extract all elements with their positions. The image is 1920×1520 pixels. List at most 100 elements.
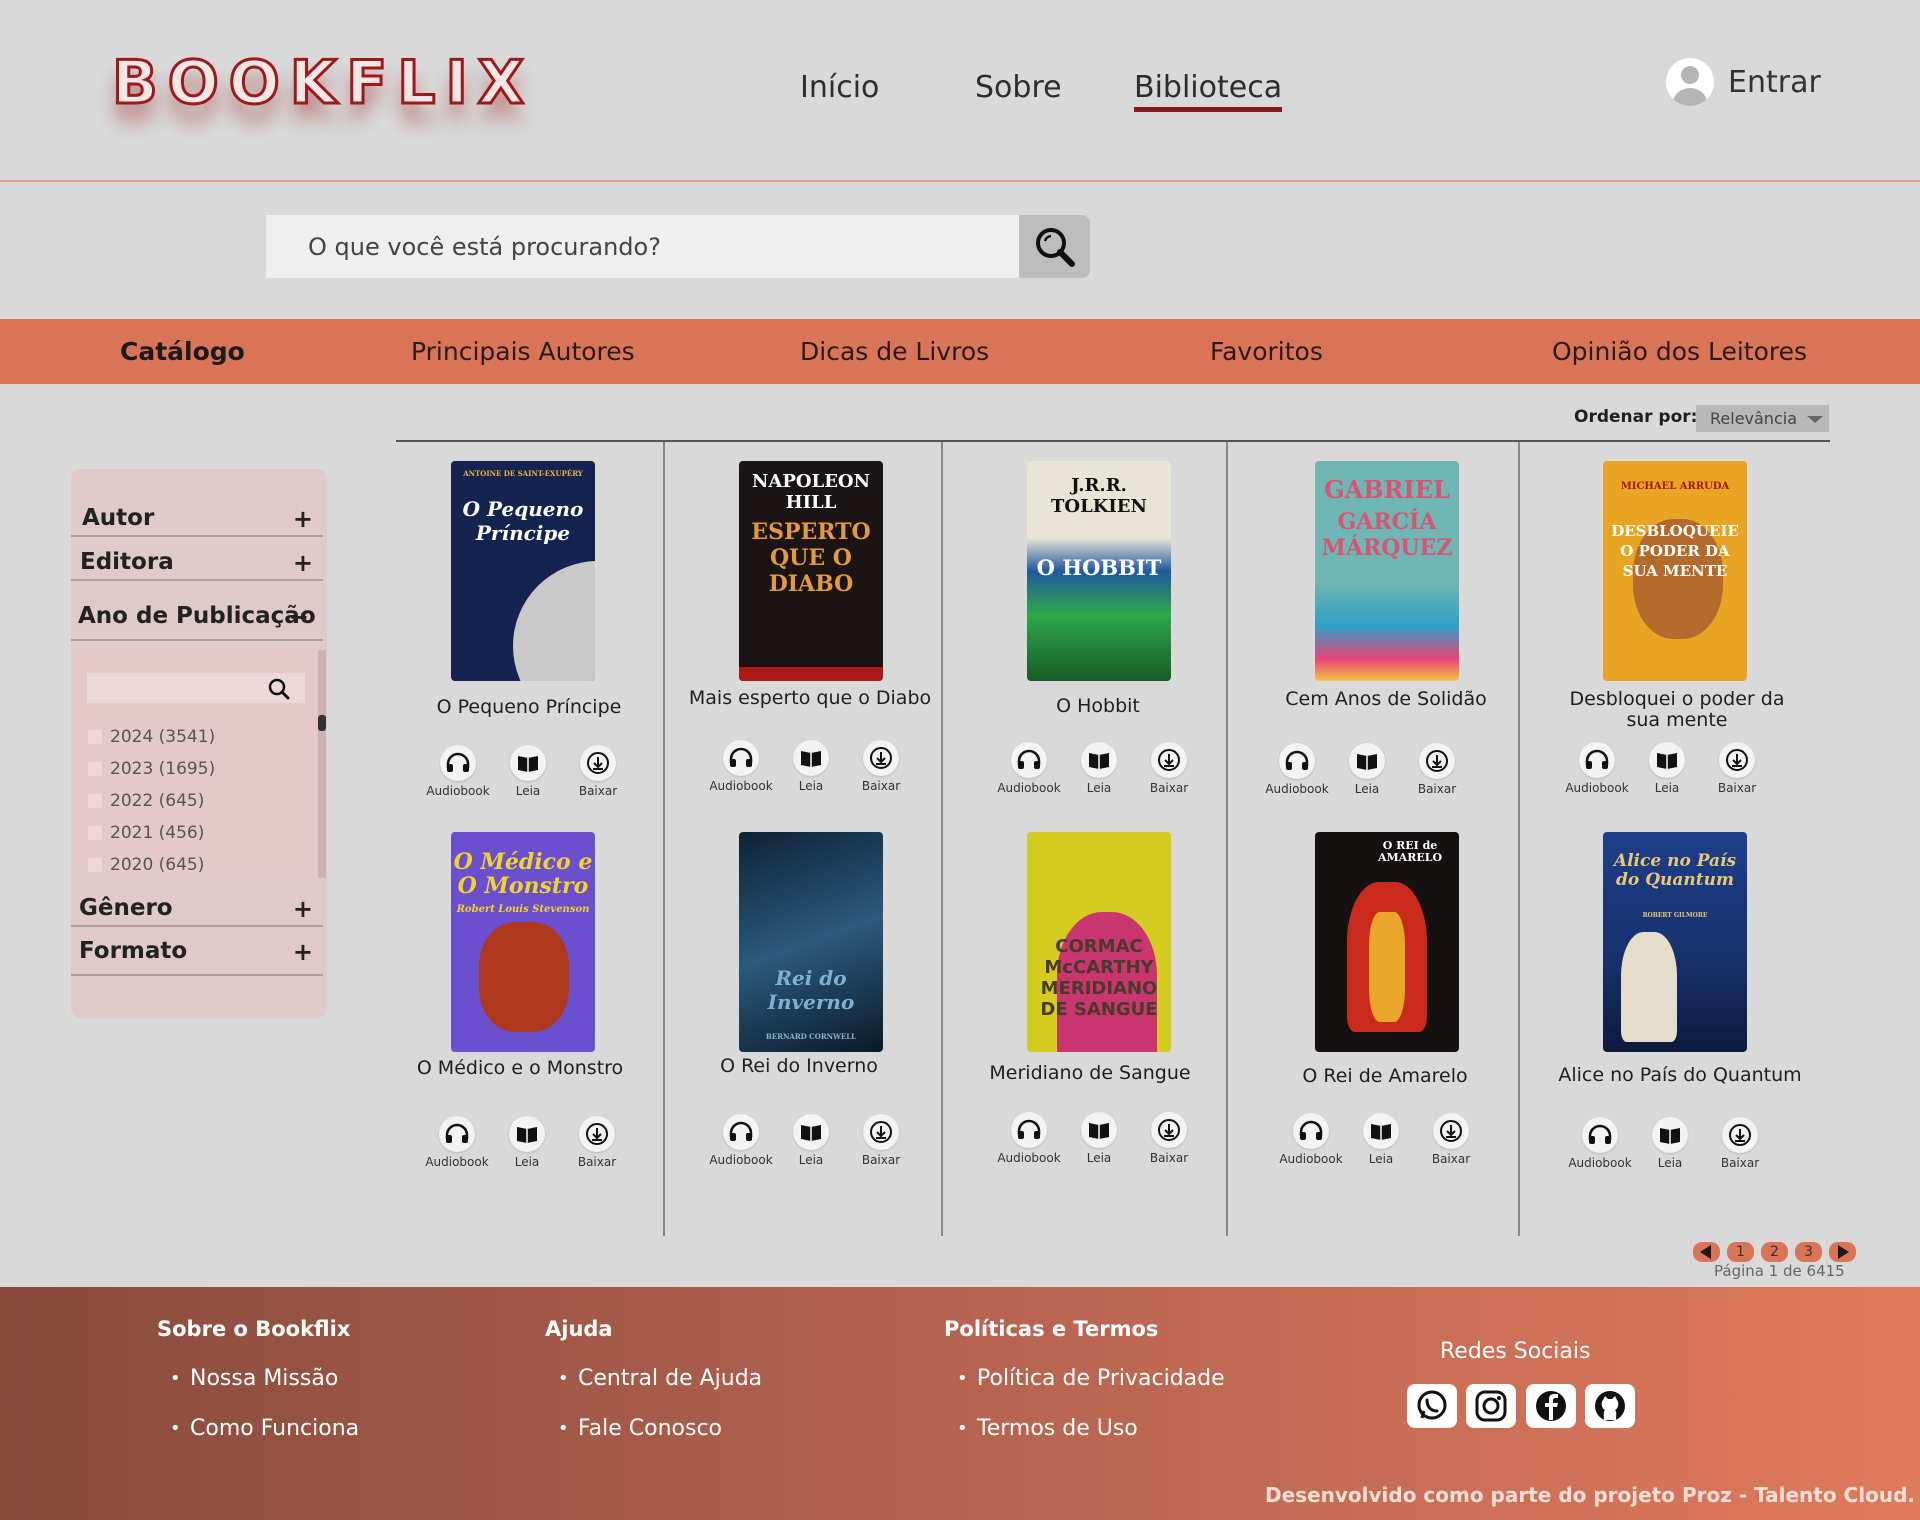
footer-link-como-funciona[interactable]: Como Funciona [170,1416,359,1441]
tab-catalogo[interactable]: Catálogo [120,337,245,366]
book-title[interactable]: O Médico e o Monstro [395,1054,645,1082]
audiobook-button[interactable]: Audiobook [709,740,773,793]
book-cover[interactable]: ANTOINE DE SAINT-EXUPÉRY O Pequeno Prínc… [451,461,595,681]
checkbox[interactable] [88,858,102,872]
facebook-button[interactable] [1526,1384,1576,1428]
book-cover[interactable]: CORMAC McCARTHY MERIDIANO DE SANGUE [1027,832,1171,1052]
expand-icon: + [292,895,313,923]
audiobook-button[interactable]: Audiobook [709,1114,773,1167]
audiobook-button[interactable]: Audiobook [426,745,490,798]
download-button[interactable]: Baixar [1139,742,1199,795]
scrollbar-thumb[interactable] [318,715,326,731]
search-input[interactable] [266,215,1020,278]
download-button[interactable]: Baixar [1139,1112,1199,1165]
year-search-input[interactable] [87,673,305,703]
github-button[interactable] [1585,1384,1635,1428]
footer-link-central-ajuda[interactable]: Central de Ajuda [558,1366,762,1391]
read-button[interactable]: Leia [1640,1117,1700,1170]
checkbox[interactable] [88,826,102,840]
whatsapp-button[interactable] [1407,1384,1457,1428]
instagram-icon [1475,1390,1507,1422]
book-cover[interactable]: Rei do Inverno BERNARD CORNWELL [739,832,883,1052]
audiobook-button[interactable]: Audiobook [1279,1113,1343,1166]
download-button[interactable]: Baixar [1710,1117,1770,1170]
read-button[interactable]: Leia [498,745,558,798]
download-button[interactable]: Baixar [1421,1113,1481,1166]
audiobook-button[interactable]: Audiobook [1565,742,1629,795]
login-button[interactable]: Entrar [1666,58,1821,106]
search-button[interactable] [1019,215,1090,278]
read-button[interactable]: Leia [1637,742,1697,795]
footer-link-fale-conosco[interactable]: Fale Conosco [558,1416,722,1441]
book-title[interactable]: Alice no País do Quantum [1555,1065,1805,1086]
instagram-button[interactable] [1466,1384,1516,1428]
footer-link-termos[interactable]: Termos de Uso [957,1416,1138,1441]
next-page-icon[interactable] [1829,1242,1856,1262]
year-scrollbar[interactable] [318,650,326,878]
book-icon [801,751,821,767]
tab-dicas-de-livros[interactable]: Dicas de Livros [800,337,989,366]
book-title[interactable]: Desbloquei o poder da sua mente [1552,689,1802,731]
tab-favoritos[interactable]: Favoritos [1210,337,1323,366]
book-cover[interactable]: J.R.R. TOLKIEN O HOBBIT [1027,461,1171,681]
year-checkbox-2021[interactable]: 2021 (456) [88,823,204,843]
book-cover[interactable]: GABRIEL GARCÍA MÁRQUEZ [1315,461,1459,681]
checkbox[interactable] [88,794,102,808]
download-button[interactable]: Baixar [1707,742,1767,795]
sort-select[interactable]: Relevância [1696,405,1829,432]
read-button[interactable]: Leia [497,1116,557,1169]
read-button[interactable]: Leia [781,740,841,793]
logo[interactable]: BOOKFLIX [110,47,534,120]
read-button[interactable]: Leia [1337,743,1397,796]
download-button[interactable]: Baixar [568,745,628,798]
book-title[interactable]: O Hobbit [973,696,1223,717]
page-2-button[interactable]: 2 [1761,1242,1788,1262]
nav-sobre[interactable]: Sobre [975,70,1062,105]
tab-opiniao-dos-leitores[interactable]: Opinião dos Leitores [1552,337,1807,366]
filter-autor[interactable]: Autor + [71,505,323,537]
filter-formato[interactable]: Formato + [71,938,323,976]
audiobook-button[interactable]: Audiobook [997,742,1061,795]
book-cover[interactable]: O REI de AMARELO [1315,832,1459,1052]
read-button[interactable]: Leia [1069,1112,1129,1165]
book-title[interactable]: O Rei do Inverno [674,1056,924,1077]
year-checkbox-2022[interactable]: 2022 (645) [88,791,204,811]
book-title[interactable]: O Pequeno Príncipe [404,697,654,718]
filter-genero[interactable]: Gênero + [71,895,323,927]
nav-biblioteca[interactable]: Biblioteca [1134,70,1283,112]
checkbox[interactable] [88,762,102,776]
filter-editora[interactable]: Editora + [71,549,323,581]
book-cover[interactable]: NAPOLEON HILL ESPERTO QUE O DIABO [739,461,883,681]
download-button[interactable]: Baixar [1407,743,1467,796]
footer-link-missao[interactable]: Nossa Missão [170,1366,338,1391]
read-button[interactable]: Leia [1351,1113,1411,1166]
checkbox[interactable] [88,730,102,744]
book-title[interactable]: O Rei de Amarelo [1260,1066,1510,1087]
year-checkbox-2020[interactable]: 2020 (645) [88,855,204,875]
download-button[interactable]: Baixar [567,1116,627,1169]
headphones-icon [729,1121,753,1141]
page-3-button[interactable]: 3 [1795,1242,1822,1262]
book-cover[interactable]: Alice no País do Quantum ROBERT GILMORE [1603,832,1747,1052]
year-checkbox-2023[interactable]: 2023 (1695) [88,759,215,779]
audiobook-button[interactable]: Audiobook [1265,743,1329,796]
nav-inicio[interactable]: Início [800,70,879,105]
read-button[interactable]: Leia [781,1114,841,1167]
book-cover[interactable]: O Médico e O Monstro Robert Louis Steven… [451,832,595,1052]
book-cover[interactable]: MICHAEL ARRUDA DESBLOQUEIE O PODER DA SU… [1603,461,1747,681]
book-title[interactable]: Mais esperto que o Diabo [685,688,935,709]
page-1-button[interactable]: 1 [1727,1242,1754,1262]
footer-link-privacidade[interactable]: Política de Privacidade [957,1366,1225,1391]
book-title[interactable]: Meridiano de Sangue [965,1063,1215,1084]
tab-principais-autores[interactable]: Principais Autores [411,337,635,366]
audiobook-button[interactable]: Audiobook [997,1112,1061,1165]
read-button[interactable]: Leia [1069,742,1129,795]
year-checkbox-2024[interactable]: 2024 (3541) [88,727,215,747]
filter-ano-publicacao[interactable]: Ano de Publicação − [71,603,323,641]
audiobook-button[interactable]: Audiobook [1568,1117,1632,1170]
download-button[interactable]: Baixar [851,740,911,793]
download-button[interactable]: Baixar [851,1114,911,1167]
audiobook-button[interactable]: Audiobook [425,1116,489,1169]
previous-page-icon[interactable] [1693,1242,1720,1262]
book-title[interactable]: Cem Anos de Solidão [1261,689,1511,710]
